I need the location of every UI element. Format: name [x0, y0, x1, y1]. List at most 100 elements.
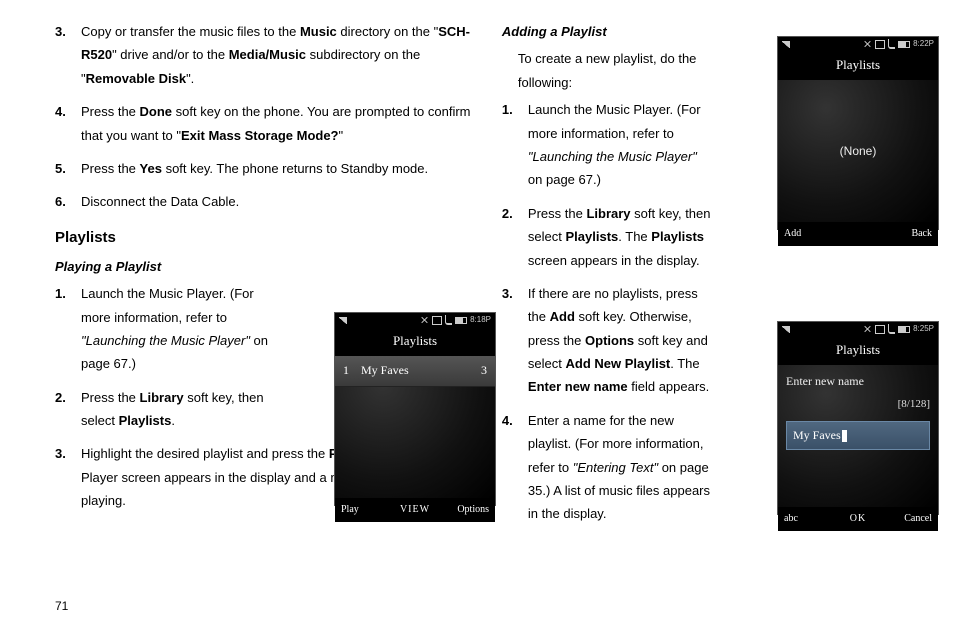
step-number: 1.	[55, 282, 81, 376]
music-note-icon	[888, 324, 895, 334]
text: Launch the Music Player. (For more infor…	[528, 102, 701, 140]
bold-playlists: Playlists	[566, 229, 619, 244]
step-number: 4.	[502, 409, 528, 526]
softkey-right: Cancel	[883, 510, 932, 528]
page-number: 71	[55, 596, 68, 618]
step-body: Press the Yes soft key. The phone return…	[81, 157, 472, 180]
step-number: 3.	[55, 20, 81, 90]
name-input: My Faves	[786, 421, 930, 451]
text: "	[339, 128, 344, 143]
bold-addnew: Add New Playlist	[566, 356, 671, 371]
phone-screenshot-playlists-list: 8:18P Playlists 1 My Faves 3 Play VIEW O…	[334, 312, 496, 506]
mute-icon	[864, 325, 872, 333]
none-label: (None)	[840, 141, 877, 163]
text: Press the	[528, 206, 587, 221]
status-right-icons: 8:25P	[864, 322, 934, 336]
text: ".	[186, 71, 194, 86]
row-number: 1	[343, 360, 355, 382]
italic-ref: "Launching the Music Player"	[528, 149, 697, 164]
step-body: Press the Library soft key, then select …	[81, 386, 281, 433]
text: Copy or transfer the music files to the	[81, 24, 300, 39]
page: 3. Copy or transfer the music files to t…	[0, 0, 954, 636]
music-note-icon	[888, 39, 895, 49]
phone-status-bar: 8:25P	[778, 322, 938, 336]
steps-continued: 3. Copy or transfer the music files to t…	[55, 20, 472, 214]
phone-screenshot-enter-name: 8:25P Playlists Enter new name [8/128] M…	[777, 321, 939, 515]
signal-icon	[339, 317, 347, 324]
mute-icon	[421, 316, 429, 324]
heading-playing-playlist: Playing a Playlist	[55, 255, 472, 278]
phone-status-bar: 8:18P	[335, 313, 495, 327]
step-body: Launch the Music Player. (For more infor…	[528, 98, 706, 192]
step-body: Enter a name for the new playlist. (For …	[528, 409, 716, 526]
battery-icon	[898, 41, 910, 48]
text: . The	[618, 229, 651, 244]
step-number: 6.	[55, 190, 81, 213]
signal-icon	[782, 326, 790, 333]
box-icon	[875, 40, 885, 49]
status-left-icons	[782, 326, 790, 333]
text: screen appears in the display.	[528, 253, 700, 268]
text: " drive and/or to the	[112, 47, 229, 62]
bold-options: Options	[585, 333, 634, 348]
heading-playlists: Playlists	[55, 224, 472, 251]
char-counter: [8/128]	[786, 395, 930, 415]
status-time: 8:25P	[913, 322, 934, 336]
phone-content: 1 My Faves 3	[335, 356, 495, 498]
step-number: 2.	[55, 386, 81, 433]
signal-icon	[782, 41, 790, 48]
bold-done: Done	[140, 104, 173, 119]
softkey-center: OK	[833, 510, 882, 528]
step-body: Press the Done soft key on the phone. Yo…	[81, 100, 472, 147]
text: field appears.	[628, 379, 710, 394]
cursor-icon	[842, 430, 847, 442]
battery-icon	[455, 317, 467, 324]
bold-entername: Enter new name	[528, 379, 628, 394]
text: .	[171, 413, 175, 428]
text: Highlight the desired playlist and press…	[81, 446, 329, 461]
italic-ref: "Launching the Music Player"	[81, 333, 250, 348]
row-count: 3	[471, 360, 487, 382]
phone-status-bar: 8:22P	[778, 37, 938, 51]
text: Launch the Music Player. (For more infor…	[81, 286, 254, 324]
status-time: 8:22P	[913, 37, 934, 51]
bold-playlists: Playlists	[119, 413, 172, 428]
phone-softkeys: Play VIEW Options	[335, 498, 495, 522]
bold-removable: Removable Disk	[86, 71, 186, 86]
softkey-left: Add	[784, 225, 833, 243]
softkey-right: Options	[440, 501, 489, 519]
right-column: Adding a Playlist To create a new playli…	[502, 20, 899, 616]
box-icon	[432, 316, 442, 325]
phone-title: Playlists	[335, 327, 495, 356]
status-left-icons	[339, 317, 347, 324]
phone-content: (None)	[778, 80, 938, 222]
step-number: 3.	[55, 442, 81, 512]
step-body: If there are no playlists, press the Add…	[528, 282, 716, 399]
status-time: 8:18P	[470, 313, 491, 327]
phone-softkeys: abc OK Cancel	[778, 507, 938, 531]
step-number: 3.	[502, 282, 528, 399]
softkey-right: Back	[883, 225, 932, 243]
bold-playlists-2: Playlists	[651, 229, 704, 244]
phone-title: Playlists	[778, 336, 938, 365]
softkey-center	[833, 225, 882, 243]
bold-library: Library	[586, 206, 630, 221]
step-number: 5.	[55, 157, 81, 180]
text: soft key. The phone returns to Standby m…	[162, 161, 428, 176]
right-inner: Adding a Playlist To create a new playli…	[502, 20, 899, 616]
text: . The	[670, 356, 699, 371]
music-note-icon	[445, 315, 452, 325]
step-number: 4.	[55, 100, 81, 147]
box-icon	[875, 325, 885, 334]
step-4: 4. Press the Done soft key on the phone.…	[55, 100, 472, 147]
step-5: 5. Press the Yes soft key. The phone ret…	[55, 157, 472, 180]
row-label: My Faves	[355, 360, 471, 382]
phone-title: Playlists	[778, 51, 938, 80]
bold-library: Library	[140, 390, 184, 405]
step-number: 2.	[502, 202, 528, 272]
text: Press the	[81, 104, 140, 119]
bold-exit: Exit Mass Storage Mode?	[181, 128, 338, 143]
bold-music: Music	[300, 24, 337, 39]
playlist-row: 1 My Faves 3	[335, 356, 495, 387]
phone-screenshot-playlists-none: 8:22P Playlists (None) Add Back	[777, 36, 939, 230]
